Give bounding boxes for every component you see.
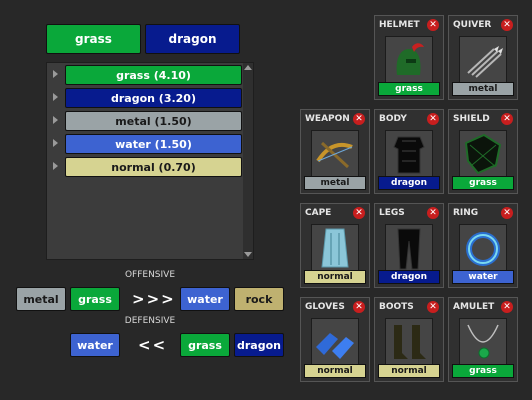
ring-icon: [459, 224, 507, 272]
defensive-type-dragon[interactable]: dragon: [234, 333, 284, 357]
slot-legs[interactable]: LEGS ✕ dragon: [374, 203, 444, 288]
slot-cape[interactable]: CAPE ✕ normal: [300, 203, 370, 288]
scrollbar[interactable]: [243, 63, 253, 259]
close-icon[interactable]: ✕: [427, 113, 439, 125]
slot-helmet[interactable]: HELMET ✕ grass: [374, 15, 444, 100]
defensive-heading: DEFENSIVE: [124, 316, 176, 326]
slot-title: BODY: [379, 114, 407, 124]
close-icon[interactable]: ✕: [427, 19, 439, 31]
list-item[interactable]: water (1.50): [47, 133, 243, 155]
slot-title: AMULET: [453, 302, 495, 312]
expand-arrow-icon[interactable]: [53, 116, 58, 124]
cape-icon: [311, 224, 359, 272]
slot-boots[interactable]: BOOTS ✕ normal: [374, 297, 444, 382]
defensive-operator: <<: [138, 336, 168, 354]
defensive-type-water[interactable]: water: [70, 333, 120, 357]
slot-body[interactable]: BODY ✕ dragon: [374, 109, 444, 194]
list-item-bar[interactable]: grass (4.10): [65, 65, 242, 85]
close-icon[interactable]: ✕: [353, 113, 365, 125]
offensive-type-water[interactable]: water: [180, 287, 230, 311]
slot-title: RING: [453, 208, 479, 218]
close-icon[interactable]: ✕: [501, 113, 513, 125]
expand-arrow-icon[interactable]: [53, 70, 58, 78]
slot-title: QUIVER: [453, 20, 492, 30]
slot-title: BOOTS: [379, 302, 414, 312]
boots-icon: [385, 318, 433, 366]
close-icon[interactable]: ✕: [501, 19, 513, 31]
legs-icon: [385, 224, 433, 272]
slot-type-tag: water: [452, 270, 514, 284]
slot-quiver[interactable]: QUIVER ✕ metal: [448, 15, 518, 100]
slot-gloves[interactable]: GLOVES ✕ normal: [300, 297, 370, 382]
slot-title: SHIELD: [453, 114, 490, 124]
list-item-bar[interactable]: metal (1.50): [65, 111, 242, 131]
slot-type-tag: grass: [452, 176, 514, 190]
weakness-list: grass (4.10) dragon (3.20) metal (1.50) …: [46, 62, 254, 260]
close-icon[interactable]: ✕: [501, 207, 513, 219]
close-icon[interactable]: ✕: [427, 207, 439, 219]
slot-type-tag: normal: [378, 364, 440, 378]
scroll-up-arrow-icon[interactable]: [244, 65, 252, 70]
list-item[interactable]: metal (1.50): [47, 110, 243, 132]
expand-arrow-icon[interactable]: [53, 162, 58, 170]
body-armor-icon: [385, 130, 433, 178]
slot-type-tag: metal: [452, 82, 514, 96]
gloves-icon: [311, 318, 359, 366]
type-button-grass[interactable]: grass: [46, 24, 141, 54]
slot-title: CAPE: [305, 208, 332, 218]
close-icon[interactable]: ✕: [353, 301, 365, 313]
slot-type-tag: metal: [304, 176, 366, 190]
slot-title: GLOVES: [305, 302, 345, 312]
list-item-bar[interactable]: normal (0.70): [65, 157, 242, 177]
slot-amulet[interactable]: AMULET ✕ grass: [448, 297, 518, 382]
slot-type-tag: dragon: [378, 176, 440, 190]
defensive-type-grass[interactable]: grass: [180, 333, 230, 357]
helmet-icon: [385, 36, 433, 84]
crossbow-icon: [311, 130, 359, 178]
slot-title: WEAPON: [305, 114, 350, 124]
scroll-down-arrow-icon[interactable]: [244, 252, 252, 257]
slot-title: HELMET: [379, 20, 420, 30]
shield-icon: [459, 130, 507, 178]
expand-arrow-icon[interactable]: [53, 139, 58, 147]
slot-type-tag: grass: [452, 364, 514, 378]
close-icon[interactable]: ✕: [353, 207, 365, 219]
list-item[interactable]: normal (0.70): [47, 156, 243, 178]
offensive-operator: >>>: [132, 290, 176, 308]
slot-shield[interactable]: SHIELD ✕ grass: [448, 109, 518, 194]
list-item[interactable]: dragon (3.20): [47, 87, 243, 109]
close-icon[interactable]: ✕: [427, 301, 439, 313]
expand-arrow-icon[interactable]: [53, 93, 58, 101]
type-button-dragon[interactable]: dragon: [145, 24, 240, 54]
slot-type-tag: dragon: [378, 270, 440, 284]
offensive-type-metal[interactable]: metal: [16, 287, 66, 311]
list-item-bar[interactable]: dragon (3.20): [65, 88, 242, 108]
offensive-type-grass[interactable]: grass: [70, 287, 120, 311]
list-item[interactable]: grass (4.10): [47, 64, 243, 86]
slot-ring[interactable]: RING ✕ water: [448, 203, 518, 288]
slot-type-tag: grass: [378, 82, 440, 96]
slot-weapon[interactable]: WEAPON ✕ metal: [300, 109, 370, 194]
close-icon[interactable]: ✕: [501, 301, 513, 313]
slot-title: LEGS: [379, 208, 405, 218]
amulet-icon: [459, 318, 507, 366]
arrows-icon: [459, 36, 507, 84]
list-item-bar[interactable]: water (1.50): [65, 134, 242, 154]
slot-type-tag: normal: [304, 270, 366, 284]
offensive-heading: OFFENSIVE: [124, 270, 176, 280]
slot-type-tag: normal: [304, 364, 366, 378]
offensive-type-rock[interactable]: rock: [234, 287, 284, 311]
